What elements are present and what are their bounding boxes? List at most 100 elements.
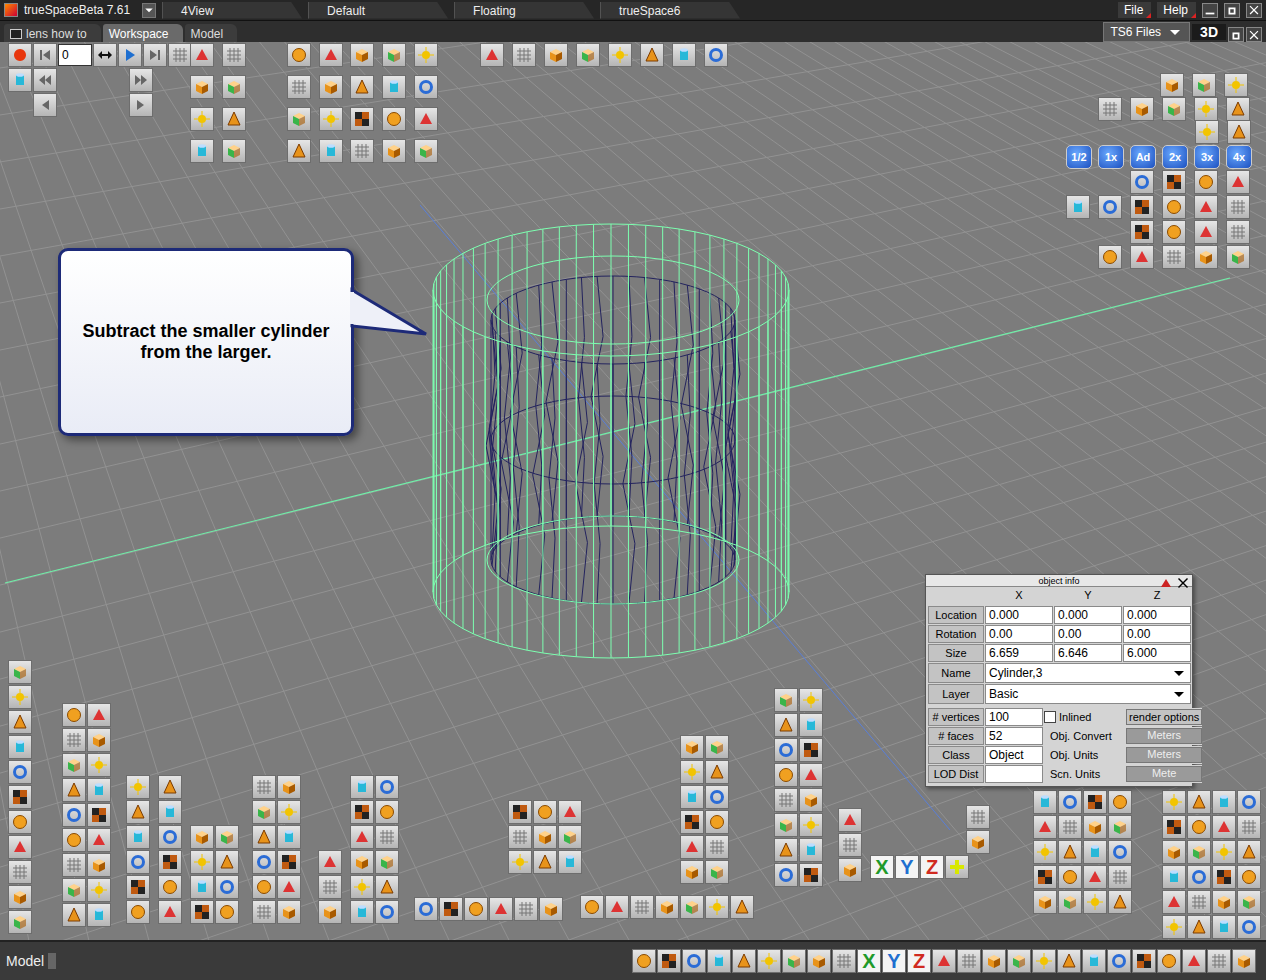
tool-button[interactable] — [190, 825, 214, 849]
render-button[interactable]: 3x — [1194, 145, 1220, 169]
tool-button[interactable] — [414, 139, 438, 163]
tool-button[interactable] — [190, 850, 214, 874]
tool-button[interactable] — [1162, 97, 1186, 121]
tool-button[interactable] — [1098, 245, 1122, 269]
tool-button[interactable] — [705, 760, 729, 784]
object-info-panel[interactable]: object infoXYZLocation0.0000.0000.000Rot… — [925, 574, 1193, 787]
axis-button[interactable]: Z — [920, 855, 944, 879]
tool-button[interactable] — [158, 775, 182, 799]
tool-button[interactable] — [222, 107, 246, 131]
tool-button[interactable] — [544, 43, 568, 67]
tool-button[interactable] — [682, 949, 706, 973]
tool-button[interactable] — [1033, 790, 1057, 814]
tool-button[interactable] — [8, 735, 32, 759]
tool-button[interactable] — [215, 825, 239, 849]
tool-button[interactable] — [1226, 220, 1250, 244]
value-field[interactable]: 0.000 — [1054, 606, 1122, 624]
tool-button[interactable] — [126, 825, 150, 849]
tool-button[interactable] — [705, 785, 729, 809]
tool-button[interactable] — [277, 825, 301, 849]
tool-button[interactable] — [1007, 949, 1031, 973]
tool-button[interactable] — [158, 875, 182, 899]
layout-tab[interactable]: 4View — [162, 2, 302, 19]
unit-button[interactable]: Mete — [1126, 766, 1202, 782]
tool-button[interactable] — [1162, 890, 1186, 914]
tool-button[interactable] — [62, 778, 86, 802]
value-field[interactable]: 6.646 — [1054, 644, 1122, 662]
tool-button[interactable] — [62, 853, 86, 877]
tool-button[interactable] — [707, 949, 731, 973]
tool-button[interactable] — [1162, 245, 1186, 269]
tool-button[interactable] — [414, 75, 438, 99]
tool-button[interactable] — [350, 107, 374, 131]
tool-button[interactable] — [464, 897, 488, 921]
tool-button[interactable] — [1162, 170, 1186, 194]
tool-button[interactable] — [1162, 790, 1186, 814]
tool-button[interactable] — [1098, 195, 1122, 219]
value-field[interactable]: 0.00 — [1054, 625, 1122, 643]
restore-button[interactable] — [1224, 3, 1240, 18]
render-button[interactable]: 4x — [1226, 145, 1252, 169]
tool-button[interactable] — [375, 775, 399, 799]
value-field[interactable]: 0.00 — [1123, 625, 1191, 643]
tool-button[interactable] — [966, 830, 990, 854]
tool-button[interactable] — [774, 863, 798, 887]
tool-button[interactable] — [252, 775, 276, 799]
tool-button[interactable] — [1058, 815, 1082, 839]
tool-button[interactable] — [838, 858, 862, 882]
tool-button[interactable] — [932, 949, 956, 973]
layer-dropdown[interactable]: Basic — [985, 684, 1191, 704]
tool-button[interactable] — [158, 825, 182, 849]
tool-button[interactable] — [62, 903, 86, 927]
value-field[interactable]: 100 — [985, 708, 1043, 726]
unit-button[interactable]: Meters — [1126, 728, 1202, 744]
tool-button[interactable] — [730, 895, 754, 919]
axis-button[interactable]: Y — [895, 855, 919, 879]
tool-button[interactable] — [1058, 890, 1082, 914]
tool-button[interactable] — [774, 713, 798, 737]
tool-button[interactable] — [252, 900, 276, 924]
tool-button[interactable] — [605, 895, 629, 919]
tool-button[interactable] — [287, 107, 311, 131]
tool-button[interactable] — [1157, 949, 1181, 973]
tool-button[interactable] — [1212, 815, 1236, 839]
loop-button[interactable] — [93, 43, 117, 67]
tool-button[interactable] — [533, 825, 557, 849]
tool-button[interactable] — [350, 850, 374, 874]
tool-button[interactable] — [799, 788, 823, 812]
tool-button[interactable] — [1187, 865, 1211, 889]
tool-button[interactable] — [1187, 840, 1211, 864]
tool-button[interactable] — [215, 900, 239, 924]
tool-button[interactable] — [705, 810, 729, 834]
tool-button[interactable] — [512, 43, 536, 67]
tool-button[interactable] — [1162, 865, 1186, 889]
tool-button[interactable] — [680, 895, 704, 919]
tool-button[interactable] — [1108, 815, 1132, 839]
tool-button[interactable] — [1058, 840, 1082, 864]
tool-button[interactable] — [774, 813, 798, 837]
tool-button[interactable] — [382, 139, 406, 163]
layout-tab[interactable]: Default — [308, 2, 448, 19]
tool-button[interactable] — [640, 43, 664, 67]
tool-button[interactable] — [480, 43, 504, 67]
tool-button[interactable] — [318, 875, 342, 899]
tool-button[interactable] — [1058, 790, 1082, 814]
record-button[interactable] — [8, 43, 32, 67]
tool-button[interactable] — [558, 825, 582, 849]
tool-button[interactable] — [1226, 245, 1250, 269]
tool-button[interactable] — [1098, 97, 1122, 121]
layout-tab[interactable]: Floating — [454, 2, 594, 19]
tool-button[interactable] — [514, 897, 538, 921]
value-field[interactable]: 0.00 — [985, 625, 1053, 643]
tool-button[interactable] — [782, 949, 806, 973]
tool-button[interactable] — [287, 43, 311, 67]
tool-button[interactable] — [1226, 195, 1250, 219]
close-button[interactable] — [1246, 3, 1262, 18]
tool-button[interactable] — [1237, 865, 1261, 889]
tool-button[interactable] — [62, 753, 86, 777]
tool-button[interactable] — [680, 810, 704, 834]
tool-button[interactable] — [1232, 949, 1256, 973]
tool-button[interactable] — [1237, 915, 1261, 939]
tool-button[interactable] — [87, 703, 111, 727]
tool-button[interactable] — [1212, 915, 1236, 939]
